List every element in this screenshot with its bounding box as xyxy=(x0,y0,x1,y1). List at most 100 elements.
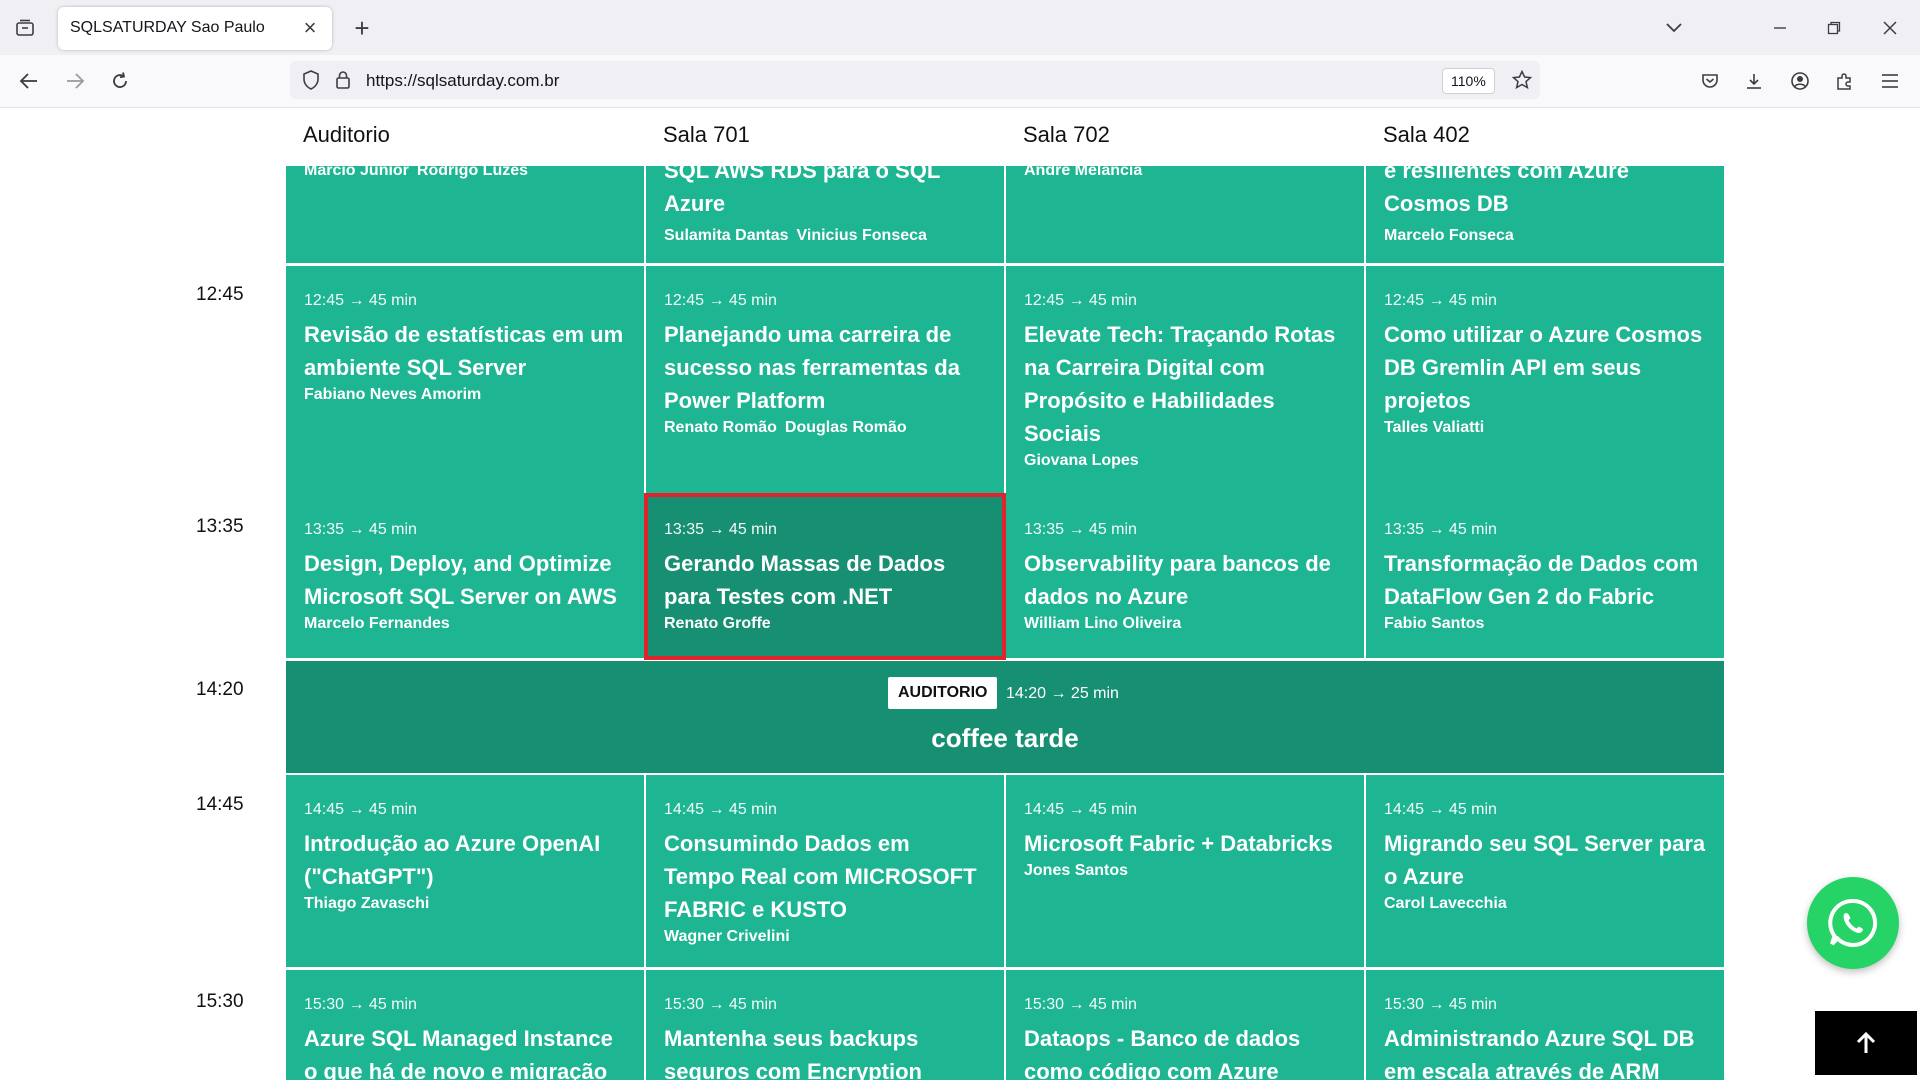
url-text[interactable]: https://sqlsaturday.com.br xyxy=(366,71,559,91)
whatsapp-button[interactable] xyxy=(1807,877,1899,969)
speaker-name: Thiago Zavaschi xyxy=(304,895,430,912)
new-tab-icon[interactable]: + xyxy=(348,13,376,43)
session-speakers: Fabio Santos xyxy=(1384,615,1706,633)
session-speakers: Sulamita Dantas Vinicius Fonseca xyxy=(664,227,935,245)
coffee-break-block[interactable]: AUDITORIO 14:20 → 25 min coffee tarde xyxy=(286,661,1724,773)
session-time: 13:35 → 45 min xyxy=(664,521,777,538)
tab-list-icon[interactable] xyxy=(12,15,38,41)
session-speakers: Talles Valiatti xyxy=(1384,419,1706,437)
session-time: 14:45 → 45 min xyxy=(664,801,777,818)
session-card[interactable]: 13:35 → 45 min Gerando Massas de Dados pa… xyxy=(644,493,1006,660)
back-to-top-button[interactable] xyxy=(1815,1011,1917,1075)
time-label: 14:45 xyxy=(196,794,244,815)
session-speakers: William Lino Oliveira xyxy=(1024,615,1346,633)
room-header: Auditorio xyxy=(303,122,390,147)
shield-icon[interactable] xyxy=(300,69,322,91)
session-time: 12:45 → 45 min xyxy=(664,292,777,309)
session-speakers: Marcelo Fernandes xyxy=(304,615,626,633)
session-card[interactable]: 14:45 → 45 min Migrando seu SQL Server pa… xyxy=(1366,775,1724,967)
room-header: Sala 702 xyxy=(1023,122,1110,147)
close-window-icon[interactable] xyxy=(1876,14,1904,42)
forward-arrow-icon[interactable] xyxy=(60,66,90,96)
arrow-up-icon xyxy=(1856,1031,1876,1053)
session-card[interactable]: 15:30 → 45 min Administrando Azure SQL DB… xyxy=(1366,970,1724,1080)
session-card[interactable]: 15:30 → 45 min Mantenha seus backups segu… xyxy=(646,970,1004,1080)
speaker-name: Fabiano Neves Amorim xyxy=(304,386,482,403)
speaker-name: Sulamita Dantas xyxy=(664,227,789,244)
whatsapp-icon xyxy=(1828,898,1878,947)
session-title: Revisão de estatísticas em um ambiente S… xyxy=(304,322,624,380)
session-card[interactable]: 14:45 → 45 min Microsoft Fabric + Databri… xyxy=(1006,775,1364,967)
session-title: Elevate Tech: Traçando Rotas na Carreira… xyxy=(1024,322,1336,446)
session-speakers: Renato Groffe xyxy=(664,615,986,633)
break-title: coffee tarde xyxy=(931,723,1079,753)
speaker-name: Wagner Crivelini xyxy=(664,928,790,945)
time-label: 12:45 xyxy=(196,284,244,305)
session-card[interactable]: 13:35 → 45 min Design, Deploy, and Optimi… xyxy=(286,495,644,658)
speaker-name: Renato Groffe xyxy=(664,615,771,632)
account-icon[interactable] xyxy=(1786,67,1814,95)
minimize-icon[interactable] xyxy=(1766,14,1794,42)
close-tab-icon[interactable]: × xyxy=(298,15,322,40)
session-title: Dataops - Banco de dados como código com… xyxy=(1024,1026,1301,1080)
restore-icon[interactable] xyxy=(1820,14,1848,42)
speaker-name: Giovana Lopes xyxy=(1024,452,1139,469)
speaker-name: William Lino Oliveira xyxy=(1024,615,1182,632)
session-speakers: Thiago Zavaschi xyxy=(304,895,626,913)
session-speakers: Giovana Lopes xyxy=(1024,452,1346,470)
speaker-name: Carol Lavecchia xyxy=(1384,895,1507,912)
address-bar[interactable]: https://sqlsaturday.com.br 110% xyxy=(290,61,1540,99)
speaker-name: Jones Santos xyxy=(1024,862,1129,879)
session-title: Administrando Azure SQL DB em escala atr… xyxy=(1384,1026,1695,1080)
speaker-name: Douglas Romão xyxy=(784,419,907,436)
session-time: 14:45 → 45 min xyxy=(304,801,417,818)
session-time: 14:45 → 45 min xyxy=(1024,801,1137,818)
session-card[interactable]: 15:30 → 45 min Dataops - Banco de dados c… xyxy=(1006,970,1364,1080)
tab-title: SQLSATURDAY Sao Paulo xyxy=(70,19,265,36)
chevron-down-icon[interactable] xyxy=(1660,14,1688,42)
session-card[interactable]: 14:45 → 45 min Introdução ao Azure OpenAI… xyxy=(286,775,644,967)
speaker-name: Vinicius Fonseca xyxy=(796,227,927,244)
break-time: 14:20 → 25 min xyxy=(1006,685,1119,702)
room-header: Sala 701 xyxy=(663,122,750,147)
room-header: Sala 402 xyxy=(1383,122,1470,147)
session-title: Mantenha seus backups seguros com Encryp… xyxy=(664,1026,922,1080)
time-label: 14:20 xyxy=(196,679,244,700)
session-speakers: Renato Romão Douglas Romão xyxy=(664,419,986,437)
session-title: Introdução ao Azure OpenAI ("ChatGPT") xyxy=(304,831,601,889)
session-title: Design, Deploy, and Optimize Microsoft S… xyxy=(304,551,617,609)
session-speakers: Fabiano Neves Amorim xyxy=(304,386,626,404)
download-icon[interactable] xyxy=(1740,67,1768,95)
session-speakers: Marcelo Fonseca xyxy=(1384,227,1522,245)
speaker-name: Renato Romão xyxy=(664,419,777,436)
speaker-name: Marcelo Fernandes xyxy=(304,615,450,632)
time-label: 13:35 xyxy=(196,516,244,537)
menu-icon[interactable] xyxy=(1876,67,1904,95)
room-header-bar xyxy=(286,108,1724,166)
session-time: 13:35 → 45 min xyxy=(1024,521,1137,538)
reload-icon[interactable] xyxy=(105,66,135,96)
pocket-icon[interactable] xyxy=(1696,67,1724,95)
extensions-icon[interactable] xyxy=(1831,67,1859,95)
session-time: 15:30 → 45 min xyxy=(664,996,777,1013)
bookmark-star-icon[interactable] xyxy=(1510,68,1534,92)
zoom-level[interactable]: 110% xyxy=(1442,68,1495,94)
session-card[interactable]: 13:35 → 45 min Observability para bancos … xyxy=(1006,495,1364,658)
speaker-name: Marcelo Fonseca xyxy=(1384,227,1514,244)
back-arrow-icon[interactable] xyxy=(14,66,44,96)
session-title: Planejando uma carreira de sucesso nas f… xyxy=(664,322,960,413)
tab-bar: SQLSATURDAY Sao Paulo × + xyxy=(0,0,1920,55)
session-time: 13:35 → 45 min xyxy=(1384,521,1497,538)
schedule-page: Auditorio Sala 701 Sala 702 Sala 402 Mar… xyxy=(0,108,1920,1080)
session-card[interactable]: 15:30 → 45 min Azure SQL Managed Instance… xyxy=(286,970,644,1080)
session-card[interactable]: 14:45 → 45 min Consumindo Dados em Tempo … xyxy=(646,775,1004,967)
room-badge: AUDITORIO xyxy=(888,677,998,709)
session-title: Observability para bancos de dados no Az… xyxy=(1024,551,1331,609)
session-card[interactable]: 13:35 → 45 min Transformação de Dados com… xyxy=(1366,495,1724,658)
tab-active[interactable]: SQLSATURDAY Sao Paulo × xyxy=(58,7,332,50)
session-time: 12:45 → 45 min xyxy=(1024,292,1137,309)
session-time: 13:35 → 45 min xyxy=(304,521,417,538)
session-title: Migrando seu SQL Server para o Azure xyxy=(1384,831,1706,889)
session-time: 15:30 → 45 min xyxy=(1024,996,1137,1013)
lock-icon[interactable] xyxy=(332,69,354,91)
